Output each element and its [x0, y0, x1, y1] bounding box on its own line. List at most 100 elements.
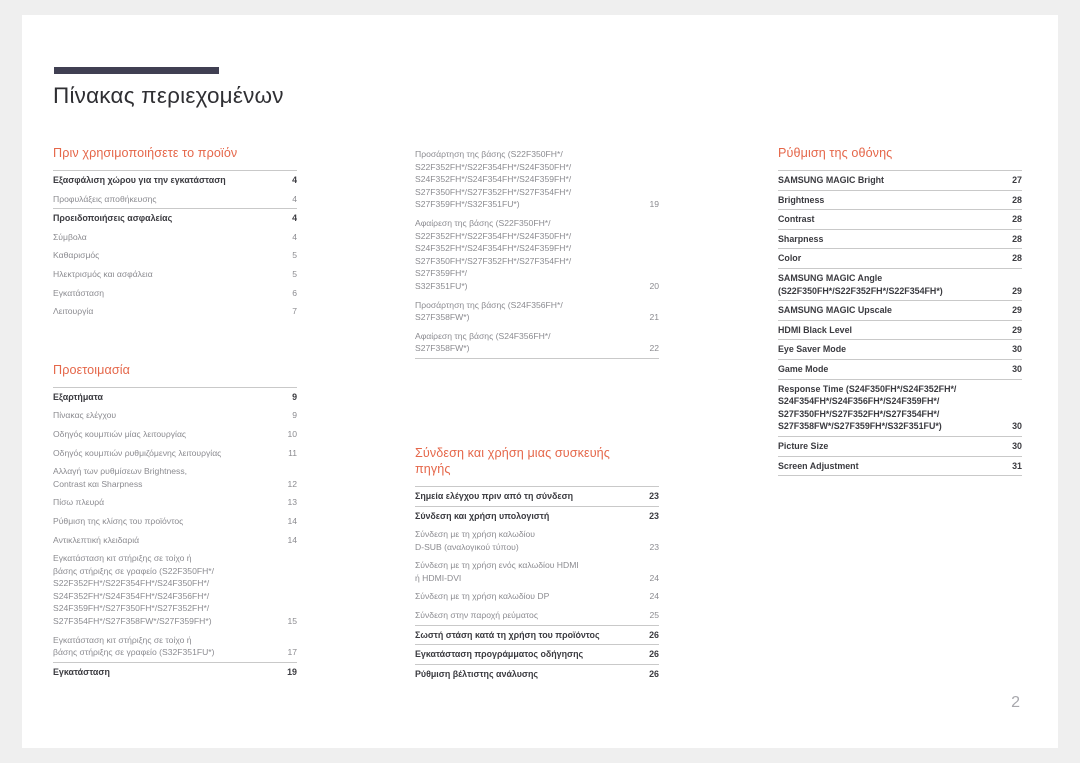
toc-entry-major[interactable]: Προειδοποιήσεις ασφαλείας 4 [53, 209, 297, 228]
toc-entry-label: Ηλεκτρισμός και ασφάλεια [53, 268, 153, 279]
toc-entry-minor[interactable]: Σύνδεση με τη χρήση καλωδίου DP 24 [415, 587, 659, 606]
toc-entry-minor[interactable]: Αντικλεπτική κλειδαριά 14 [53, 531, 297, 550]
toc-column-middle: Προσάρτηση της βάσης (S22F350FH*/S22F352… [415, 145, 659, 683]
toc-entry-minor[interactable]: Αφαίρεση της βάσης (S22F350FH*/S22F352FH… [415, 214, 659, 296]
toc-entry-minor[interactable]: Πίνακας ελέγχου 9 [53, 406, 297, 425]
toc-entry-page: 7 [292, 306, 297, 317]
toc-group: Εγκατάσταση 19 [53, 661, 297, 682]
toc-entry-page: 13 [287, 497, 297, 508]
toc-column-left: Πριν χρησιμοποιήσετε το προϊόν Εξασφάλιση… [53, 145, 297, 681]
toc-entry-minor[interactable]: Αφαίρεση της βάσης (S24F356FH*/S27F358FW… [415, 327, 659, 358]
toc-entry-label: Response Time (S24F350FH*/S24F352FH*/S24… [778, 383, 957, 432]
toc-entry-page: 30 [1012, 344, 1022, 355]
section-heading: Πριν χρησιμοποιήσετε το προϊόν [53, 146, 238, 160]
toc-entry-page: 30 [1012, 363, 1022, 374]
toc-entry-label: Καθαρισμός [53, 250, 100, 261]
toc-entry-minor[interactable]: Εγκατάσταση 6 [53, 284, 297, 303]
toc-entry-page: 6 [292, 287, 297, 298]
toc-entry-major[interactable]: Sharpness 28 [778, 230, 1022, 249]
toc-entry-page: 30 [1012, 421, 1022, 432]
document-page: Πίνακας περιεχομένων Πριν χρησιμοποιήσετ… [22, 15, 1058, 748]
toc-entry-major[interactable]: Σωστή στάση κατά τη χρήση του προϊόντος 2… [415, 626, 659, 645]
toc-entry-major[interactable]: Game Mode 30 [778, 360, 1022, 379]
toc-entry-minor[interactable]: Σύμβολα 4 [53, 228, 297, 247]
toc-entry-major[interactable]: Εγκατάσταση προγράμματος οδήγησης 26 [415, 645, 659, 664]
toc-entry-minor[interactable]: Πίσω πλευρά 13 [53, 493, 297, 512]
toc-entry-minor[interactable]: Οδηγός κουμπιών ρυθμιζόμενης λειτουργίας… [53, 444, 297, 463]
toc-entry-major[interactable]: SAMSUNG MAGIC Upscale 29 [778, 301, 1022, 320]
toc-entry-page: 25 [649, 610, 659, 621]
toc-entry-major[interactable]: Eye Saver Mode 30 [778, 340, 1022, 359]
toc-entry-page: 23 [649, 490, 659, 501]
toc-entry-page: 12 [287, 478, 297, 489]
toc-entry-label: Αφαίρεση της βάσης (S24F356FH*/S27F358FW… [415, 330, 551, 354]
toc-entry-page: 4 [292, 175, 297, 185]
toc-entry-major[interactable]: SAMSUNG MAGIC Angle (S22F350FH*/S22F352FH… [778, 269, 1022, 300]
toc-entry-label: Προειδοποιήσεις ασφαλείας [53, 213, 173, 224]
toc-entry-label: Προσάρτηση της βάσης (S24F356FH*/S27F358… [415, 299, 563, 323]
toc-group: Προειδοποιήσεις ασφαλείας 4 Σύμβολα 4 Καθαρι… [53, 208, 297, 321]
toc-entry-label: Σύνδεση στην παροχή ρεύματος [415, 610, 538, 621]
toc-entry-minor[interactable]: Σύνδεση με τη χρήση ενός καλωδίου HDMI ή … [415, 556, 659, 587]
toc-entry-label: Εξασφάλιση χώρου για την εγκατάσταση [53, 175, 226, 185]
divider [778, 475, 1022, 477]
toc-entry-page: 23 [649, 510, 659, 521]
toc-group: HDMI Black Level 29 [778, 319, 1022, 340]
toc-entry-minor[interactable]: Σύνδεση με τη χρήση καλωδίου D-SUB (αναλο… [415, 525, 659, 556]
toc-entry-label: Color [778, 253, 802, 264]
toc-group: Sharpness 28 [778, 228, 1022, 249]
toc-entry-major[interactable]: Brightness 28 [778, 191, 1022, 210]
toc-entry-page: 14 [287, 515, 297, 526]
toc-group: Σύνδεση και χρήση υπολογιστή 23 Σύνδεση με… [415, 505, 659, 625]
toc-entry-label: Screen Adjustment [778, 460, 859, 471]
toc-entry-major[interactable]: Screen Adjustment 31 [778, 457, 1022, 476]
toc-group: Προσάρτηση της βάσης (S22F350FH*/S22F352… [415, 145, 659, 358]
toc-entry-page: 19 [287, 666, 297, 677]
toc-group: Eye Saver Mode 30 [778, 339, 1022, 359]
toc-group: Εγκατάσταση προγράμματος οδήγησης 26 [415, 644, 659, 664]
toc-entry-label: Προσάρτηση της βάσης (S22F350FH*/S22F352… [415, 149, 572, 210]
toc-entry-major[interactable]: Εξαρτήματα 9 [53, 388, 297, 407]
toc-entry-minor[interactable]: Σύνδεση στην παροχή ρεύματος 25 [415, 606, 659, 625]
toc-entry-minor[interactable]: Προσάρτηση της βάσης (S24F356FH*/S27F358… [415, 296, 659, 327]
toc-entry-minor[interactable]: Ηλεκτρισμός και ασφάλεια 5 [53, 265, 297, 284]
toc-entry-label: Σωστή στάση κατά τη χρήση του προϊόντος [415, 629, 600, 640]
toc-entry-page: 24 [649, 591, 659, 602]
toc-entry-major[interactable]: Εγκατάσταση 19 [53, 663, 297, 682]
toc-entry-major[interactable]: SAMSUNG MAGIC Bright 27 [778, 171, 1022, 190]
page-title: Πίνακας περιεχομένων [53, 83, 284, 108]
toc-entry-page: 26 [649, 629, 659, 640]
toc-entry-page: 15 [287, 616, 297, 627]
toc-entry-label: Εγκατάσταση προγράμματος οδήγησης [415, 649, 584, 660]
toc-entry-major[interactable]: Σύνδεση και χρήση υπολογιστή 23 [415, 507, 659, 526]
toc-entry-major[interactable]: Color 28 [778, 249, 1022, 268]
toc-entry-minor[interactable]: Προσάρτηση της βάσης (S22F350FH*/S22F352… [415, 145, 659, 214]
toc-entry-major[interactable]: Contrast 28 [778, 210, 1022, 229]
toc-entry-label: SAMSUNG MAGIC Angle (S22F350FH*/S22F352FH… [778, 272, 943, 296]
toc-entry-minor[interactable]: Οδηγός κουμπιών μίας λειτουργίας 10 [53, 425, 297, 444]
toc-entry-label: Λειτουργία [53, 306, 94, 317]
toc-entry-major[interactable]: Picture Size 30 [778, 437, 1022, 456]
toc-entry-major[interactable]: HDMI Black Level 29 [778, 321, 1022, 340]
toc-entry-minor[interactable]: Εγκατάσταση κιτ στήριξης σε τοίχο ή βάσης… [53, 631, 297, 662]
toc-entry-minor[interactable]: Καθαρισμός 5 [53, 246, 297, 265]
toc-entry-label: Eye Saver Mode [778, 344, 847, 355]
toc-entry-major[interactable]: Ρύθμιση βέλτιστης ανάλυσης 26 [415, 665, 659, 684]
toc-entry-major[interactable]: Εξασφάλιση χώρου για την εγκατάσταση 4 [53, 171, 297, 190]
toc-entry-label: Πίσω πλευρά [53, 497, 105, 508]
toc-entry-major[interactable]: Σημεία ελέγχου πριν από τη σύνδεση 23 [415, 487, 659, 506]
toc-entry-page: 10 [287, 428, 297, 439]
toc-group: Contrast 28 [778, 209, 1022, 229]
toc-entry-label: Πίνακας ελέγχου [53, 410, 117, 421]
toc-entry-minor[interactable]: Εγκατάσταση κιτ στήριξης σε τοίχο ή βάσης… [53, 549, 297, 631]
toc-column-right: Ρύθμιση της οθόνης SAMSUNG MAGIC Bright 27… [778, 145, 1022, 477]
toc-entry-minor[interactable]: Προφυλάξεις αποθήκευσης 4 [53, 190, 297, 209]
toc-entry-minor[interactable]: Ρύθμιση της κλίσης του προϊόντος 14 [53, 512, 297, 531]
toc-entry-minor[interactable]: Αλλαγή των ρυθμίσεων Brightness, Contrast… [53, 462, 297, 493]
toc-entry-minor[interactable]: Λειτουργία 7 [53, 302, 297, 321]
toc-entry-major[interactable]: Response Time (S24F350FH*/S24F352FH*/S24… [778, 380, 1022, 436]
toc-entry-page: 24 [649, 572, 659, 583]
toc-entry-label: Οδηγός κουμπιών μίας λειτουργίας [53, 428, 187, 439]
toc-entry-label: Οδηγός κουμπιών ρυθμιζόμενης λειτουργίας [53, 447, 222, 458]
toc-entry-label: Game Mode [778, 363, 829, 374]
